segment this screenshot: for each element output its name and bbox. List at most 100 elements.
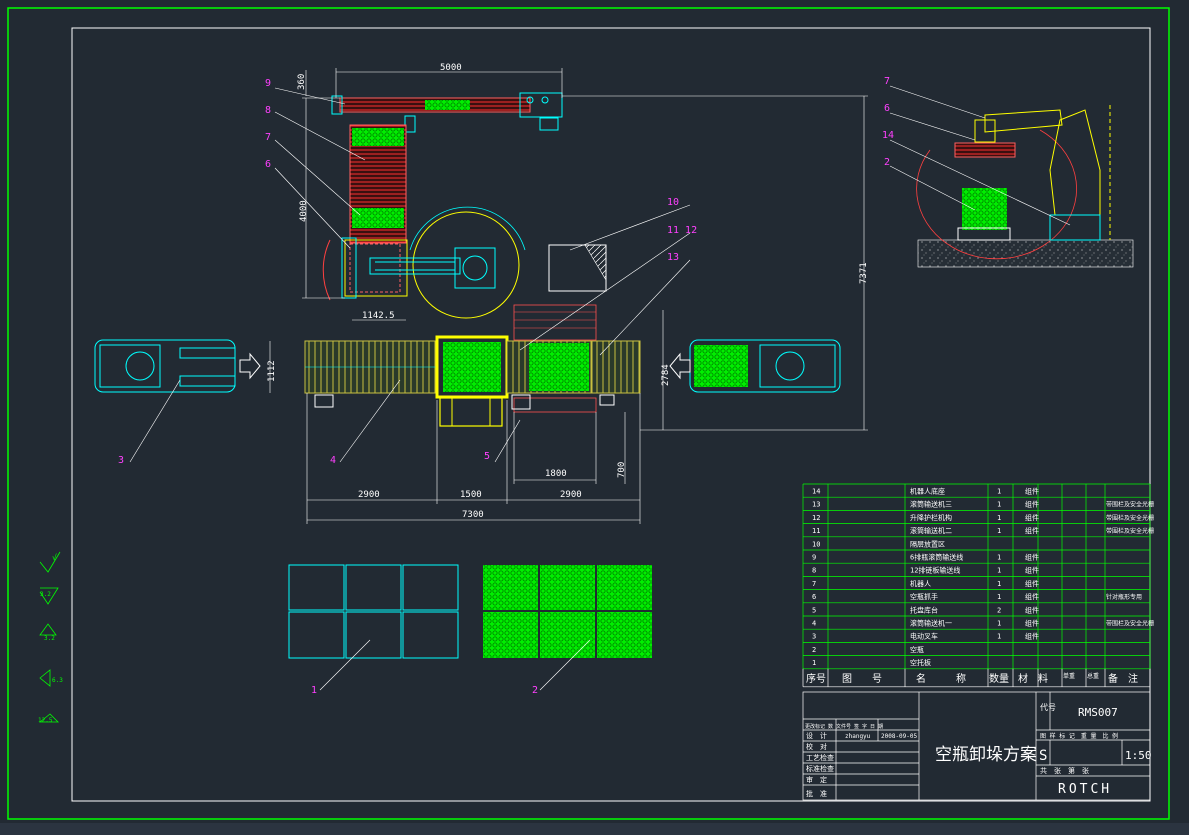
balloon-1: 1 bbox=[311, 685, 317, 696]
dim-vertical-left: 4000 bbox=[299, 200, 309, 222]
balloon-11-12: 11 12 bbox=[667, 225, 697, 236]
bom-row-note: 带围栏及安全光栅 bbox=[1106, 620, 1154, 628]
balloon-8: 8 bbox=[265, 105, 271, 116]
bom-header-qty: 数量 bbox=[989, 672, 1009, 685]
dim-width-1800: 1800 bbox=[545, 469, 567, 479]
dim-top-width: 5000 bbox=[440, 63, 462, 73]
bom-row-name: 6排瓶滚筒输送线 bbox=[910, 553, 963, 562]
bom-row-material: 组件 bbox=[1025, 605, 1039, 614]
bom-header-drawing: 图 号 bbox=[842, 673, 882, 685]
roughness-mark-1: 3.2 bbox=[40, 591, 51, 598]
dim-line-height: 1112 bbox=[267, 360, 277, 382]
bom-row-material: 组件 bbox=[1025, 592, 1039, 601]
safety-barrier-lower bbox=[513, 397, 597, 413]
bom-header-unit: 单重 bbox=[1063, 672, 1075, 680]
gripper-station-top bbox=[322, 237, 408, 301]
bom-row-name: 空托板 bbox=[910, 658, 931, 667]
label-check: 校 对 bbox=[806, 742, 827, 751]
bom-row-qty: 1 bbox=[997, 593, 1001, 601]
bom-row-qty: 1 bbox=[997, 527, 1001, 535]
bom-header-total: 总重 bbox=[1087, 672, 1099, 680]
bom-row-no: 6 bbox=[812, 593, 816, 601]
dim-height-700: 700 bbox=[617, 462, 627, 478]
bom-row-no: 2 bbox=[812, 646, 816, 654]
bom-row-name: 机器人 bbox=[910, 579, 931, 588]
company-name: ROTCH bbox=[1058, 782, 1112, 797]
bom-row-name: 空瓶 bbox=[910, 645, 924, 654]
balloon-5: 5 bbox=[484, 451, 490, 462]
dim-seg-2900b: 2900 bbox=[560, 490, 582, 500]
side-balloon-6: 6 bbox=[884, 103, 890, 114]
dim-overall-height: 7371 bbox=[859, 262, 869, 284]
bom-row-qty: 1 bbox=[997, 488, 1001, 496]
revision-header: 更改标记 数 文件号 签 字 日 期 bbox=[805, 723, 883, 730]
bom-row-material: 组件 bbox=[1025, 632, 1039, 641]
stage-mark: S bbox=[1039, 748, 1047, 764]
balloon-4: 4 bbox=[330, 455, 336, 466]
balloon-13: 13 bbox=[667, 252, 679, 263]
balloon-3: 3 bbox=[118, 455, 124, 466]
balloon-7: 7 bbox=[265, 132, 271, 143]
dim-pitch: 1142.5 bbox=[362, 311, 395, 321]
bom-header-material: 材 料 bbox=[1018, 672, 1048, 685]
bom-row-name: 隔层放置区 bbox=[910, 539, 945, 548]
label-approve: 审 定 bbox=[806, 775, 827, 784]
bom-row-qty: 1 bbox=[997, 620, 1001, 628]
dim-right-height: 2784 bbox=[661, 364, 671, 386]
design-date: 2008-09-05 bbox=[881, 733, 918, 740]
bom-row-note: 带围栏及安全光栅 bbox=[1106, 501, 1154, 509]
bom-row-no: 3 bbox=[812, 633, 816, 641]
bom-row-no: 13 bbox=[812, 501, 820, 509]
balloon-10: 10 bbox=[667, 197, 679, 208]
bom-row-material: 组件 bbox=[1025, 619, 1039, 628]
bottle-pallet-layout bbox=[483, 565, 652, 658]
drawing-title: 空瓶卸垛方案 bbox=[935, 745, 1037, 765]
label-ratify: 批 准 bbox=[806, 789, 827, 798]
bom-row-qty: 1 bbox=[997, 633, 1001, 641]
bom-row-no: 12 bbox=[812, 514, 820, 522]
bom-row-qty: 2 bbox=[997, 606, 1001, 614]
bom-row-qty: 1 bbox=[997, 514, 1001, 522]
bom-row-no: 14 bbox=[812, 488, 820, 496]
bom-row-note: 带围栏及安全光栅 bbox=[1106, 514, 1154, 522]
empty-pallet-layout bbox=[288, 564, 459, 659]
bom-row-qty: 1 bbox=[997, 554, 1001, 562]
bom-header-name: 名 称 bbox=[916, 672, 966, 685]
bom-row-material: 组件 bbox=[1025, 500, 1039, 509]
bom-row-no: 1 bbox=[812, 659, 816, 667]
bom-row-name: 托盘库台 bbox=[910, 605, 938, 614]
bom-row-qty: 1 bbox=[997, 580, 1001, 588]
bom-row-material: 组件 bbox=[1025, 513, 1039, 522]
divider-hatch bbox=[584, 244, 607, 282]
pallet-lift-station bbox=[435, 335, 509, 427]
stage-header: 图 样 标 记 重 量 比 例 bbox=[1040, 732, 1118, 740]
bom-row-name: 升降护栏机构 bbox=[910, 513, 952, 522]
dim-total-length: 7300 bbox=[462, 510, 484, 520]
cad-drawing: 5000 360 4000 1142.5 7371 1112 2784 1800… bbox=[0, 7, 1189, 835]
bom-row-no: 10 bbox=[812, 540, 820, 548]
bom-row-no: 7 bbox=[812, 580, 816, 588]
bom-row-material: 组件 bbox=[1025, 487, 1039, 496]
forklift-right bbox=[669, 339, 841, 393]
bom-row-note: 带围栏及安全光栅 bbox=[1106, 527, 1154, 535]
bom-row-qty: 1 bbox=[997, 501, 1001, 509]
bom-row-name: 滚筒输送机一 bbox=[910, 619, 952, 628]
roughness-mark-3: 6.3 bbox=[52, 677, 63, 684]
dim-top-offset: 360 bbox=[297, 74, 307, 90]
bom-row-no: 9 bbox=[812, 554, 816, 562]
bom-row-name: 空瓶抓手 bbox=[910, 592, 938, 601]
bom-row-material: 组件 bbox=[1025, 526, 1039, 535]
bom-row-note: 针对瓶形专用 bbox=[1106, 593, 1142, 601]
dim-seg-1500: 1500 bbox=[460, 490, 482, 500]
bom-row-qty: 1 bbox=[997, 567, 1001, 575]
dim-seg-2900a: 2900 bbox=[358, 490, 380, 500]
bom-header-no: 序号 bbox=[806, 672, 826, 685]
bom-row-no: 4 bbox=[812, 620, 816, 628]
roughness-mark-2: 3.2 bbox=[44, 635, 55, 642]
sheet-row: 共 张 第 张 bbox=[1040, 766, 1089, 775]
bom-row-name: 机器人底座 bbox=[910, 487, 945, 496]
code-label: 代号 bbox=[1040, 702, 1056, 712]
side-balloon-2: 2 bbox=[884, 157, 890, 168]
balloon-6: 6 bbox=[265, 159, 271, 170]
bom-row-name: 电动叉车 bbox=[910, 632, 938, 641]
